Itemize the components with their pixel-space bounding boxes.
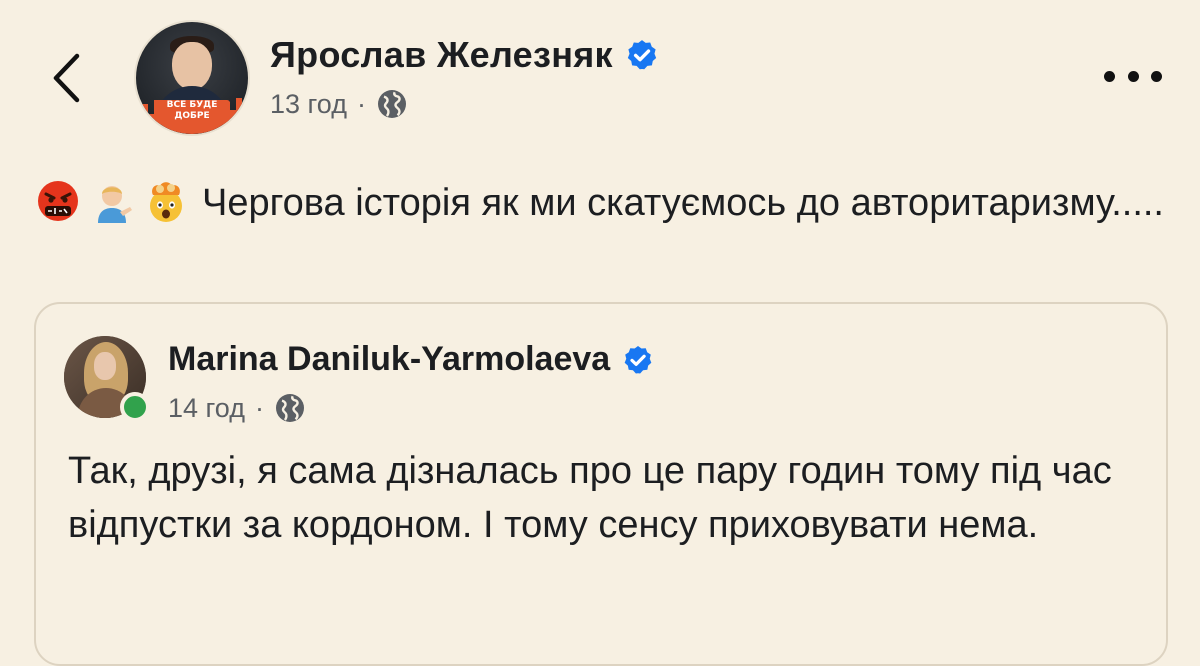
shared-post-time[interactable]: 14 год bbox=[168, 393, 245, 424]
post-time[interactable]: 13 год bbox=[270, 89, 347, 120]
post-emojis bbox=[36, 179, 188, 223]
angry-face-with-symbols-icon bbox=[38, 181, 78, 221]
shared-post-text: Так, друзі, я сама дізналась про це пару… bbox=[68, 450, 1112, 546]
exploding-head-icon bbox=[150, 182, 182, 222]
online-status-dot bbox=[120, 392, 150, 422]
shared-author-header: Marina Daniluk-Yarmolaeva bbox=[168, 340, 654, 379]
verified-badge-icon bbox=[627, 40, 657, 70]
post-meta: 13 год · bbox=[270, 88, 408, 120]
more-dot-icon bbox=[1127, 70, 1139, 82]
more-dot-icon bbox=[1151, 70, 1162, 82]
avatar-badge-line2: ДОБРЕ bbox=[174, 111, 210, 121]
author-name[interactable]: Ярослав Железняк bbox=[270, 34, 613, 76]
author-header: Ярослав Железняк bbox=[270, 34, 659, 76]
more-options-button[interactable] bbox=[1104, 60, 1162, 92]
person-tipping-hand-icon bbox=[98, 186, 132, 223]
verified-badge-icon bbox=[624, 345, 652, 373]
meta-separator: · bbox=[254, 392, 264, 423]
meta-separator: · bbox=[356, 88, 366, 119]
globe-icon bbox=[275, 394, 304, 422]
author-avatar[interactable]: ВСЕ БУДЕ ДОБРЕ bbox=[134, 20, 250, 136]
avatar-face bbox=[94, 352, 116, 380]
avatar-badge: ВСЕ БУДЕ ДОБРЕ bbox=[154, 100, 230, 124]
post-text: Чергова історія як ми скатуємось до авто… bbox=[202, 182, 1164, 224]
more-dot-icon bbox=[1104, 70, 1115, 82]
post-view: ВСЕ БУДЕ ДОБРЕ Ярослав Железняк 13 год · bbox=[0, 0, 1200, 666]
globe-icon bbox=[377, 90, 406, 118]
shared-author-name[interactable]: Marina Daniluk-Yarmolaeva bbox=[168, 340, 610, 379]
shared-post-meta: 14 год · bbox=[168, 392, 306, 424]
post-body: Чергова історія як ми скатуємось до авто… bbox=[36, 176, 1166, 230]
chevron-left-icon bbox=[53, 53, 80, 103]
avatar-badge-line1: ВСЕ БУДЕ bbox=[166, 100, 218, 110]
back-button[interactable] bbox=[40, 48, 92, 108]
avatar-face bbox=[172, 42, 212, 90]
